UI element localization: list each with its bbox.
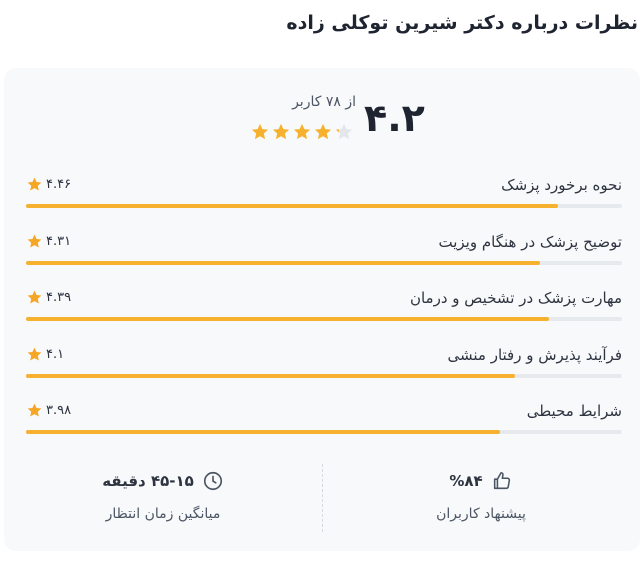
rating-value: ۴.۳۹	[46, 290, 72, 305]
rating-bar	[26, 261, 622, 265]
recommend-stat: %۸۴ پیشنهاد کاربران	[322, 462, 640, 530]
rating-summary: ۴.۲ از ۷۸ کاربر	[4, 92, 640, 152]
rating-score: ۴.۳۱	[26, 233, 71, 250]
wait-time-stat: ۴۵-۱۵ دقیقه میانگین زمان انتظار	[4, 462, 322, 530]
rating-label: شرایط محیطی	[526, 402, 622, 420]
page-title: نظرات درباره دکتر شیرین توکلی زاده	[286, 12, 638, 34]
rating-value: ۴.۴۶	[46, 177, 72, 192]
rating-row: نحوه برخورد پزشک ۴.۴۶	[26, 168, 622, 208]
thumbs-up-icon	[493, 471, 510, 490]
rating-bar-fill	[26, 430, 501, 434]
rating-score: ۴.۳۹	[26, 289, 71, 306]
star-icon	[335, 123, 353, 140]
star-icon	[27, 234, 42, 248]
rating-bar	[26, 430, 622, 434]
recommend-label: پیشنهاد کاربران	[436, 506, 526, 522]
wait-time-label: میانگین زمان انتظار	[105, 506, 221, 522]
rating-bar	[26, 204, 622, 208]
stats-footer: ۴۵-۱۵ دقیقه میانگین زمان انتظار %۸۴ پیشن…	[4, 462, 640, 532]
rating-bar-fill	[26, 317, 550, 321]
star-icon	[251, 123, 269, 140]
star-icon	[27, 347, 42, 361]
rating-value: ۴.۳۱	[46, 234, 72, 249]
rating-bar-fill	[26, 261, 540, 265]
rating-score: ۴.۱	[26, 346, 64, 363]
rating-bar	[26, 374, 622, 378]
star-icon	[272, 123, 290, 140]
overall-score: ۴.۲	[364, 96, 425, 140]
rating-score: ۳.۹۸	[26, 402, 71, 419]
rating-label: نحوه برخورد پزشک	[501, 176, 622, 194]
rating-row: شرایط محیطی ۳.۹۸	[26, 394, 622, 434]
star-icon	[27, 403, 42, 417]
rating-row: فرآیند پذیرش و رفتار منشی ۴.۱	[26, 338, 622, 378]
rating-value: ۳.۹۸	[46, 403, 72, 418]
recommend-value: %۸۴	[449, 472, 483, 490]
overall-stars	[250, 122, 354, 144]
rating-value: ۴.۱	[46, 347, 65, 362]
reviews-card: ۴.۲ از ۷۸ کاربر نحوه برخورد پزشک ۴.۴۶ تو…	[4, 68, 640, 551]
rating-bar-fill	[26, 374, 515, 378]
star-icon	[293, 123, 311, 140]
users-count: از ۷۸ کاربر	[292, 94, 356, 110]
clock-icon	[203, 471, 222, 491]
rating-label: توضیح پزشک در هنگام ویزیت	[438, 233, 623, 251]
rating-label: مهارت پزشک در تشخیص و درمان	[409, 289, 622, 307]
wait-time-value: ۴۵-۱۵ دقیقه	[102, 472, 194, 490]
rating-bar-fill	[26, 204, 558, 208]
rating-row: مهارت پزشک در تشخیص و درمان ۴.۳۹	[26, 281, 622, 321]
star-icon	[27, 290, 42, 304]
star-icon	[27, 177, 42, 191]
rating-score: ۴.۴۶	[26, 176, 71, 193]
star-icon	[314, 123, 332, 140]
rating-bar	[26, 317, 622, 321]
rating-row: توضیح پزشک در هنگام ویزیت ۴.۳۱	[26, 225, 622, 265]
rating-label: فرآیند پذیرش و رفتار منشی	[447, 346, 622, 364]
